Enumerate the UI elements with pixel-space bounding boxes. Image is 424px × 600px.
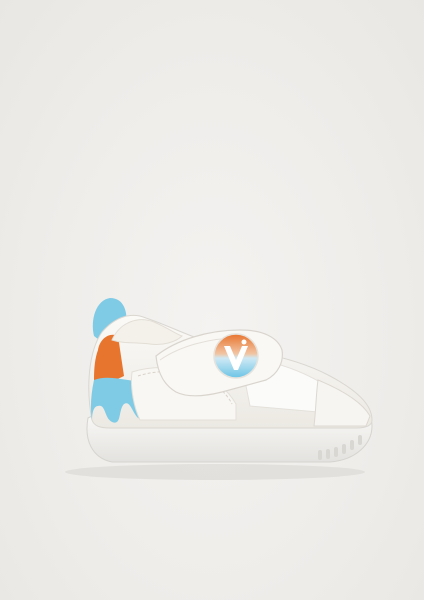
shadow [65,464,365,480]
product-photo [0,0,424,600]
baby-sneaker [65,298,373,480]
logo-medallion [213,333,259,379]
